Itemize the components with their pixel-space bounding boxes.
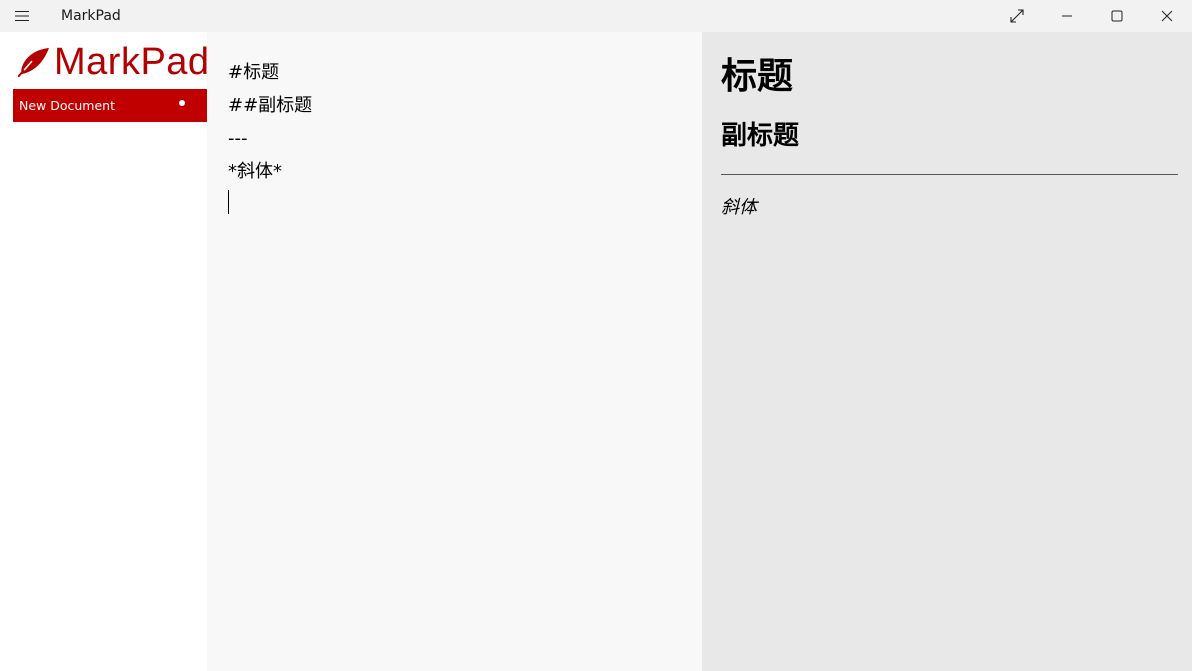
markdown-preview: 标题 副标题 斜体 bbox=[702, 32, 1192, 671]
document-item-label: New Document bbox=[19, 98, 115, 113]
maximize-button[interactable] bbox=[1092, 0, 1142, 32]
logo-text: MarkPad bbox=[54, 41, 210, 83]
document-item-new-document[interactable]: New Document bbox=[13, 89, 207, 122]
minimize-button[interactable] bbox=[1042, 0, 1092, 32]
title-bar: MarkPad bbox=[0, 0, 1192, 32]
preview-horizontal-rule bbox=[721, 174, 1178, 175]
editor-line: *斜体* bbox=[228, 161, 282, 182]
editor-line: --- bbox=[228, 128, 248, 149]
text-caret bbox=[228, 190, 229, 214]
expand-icon bbox=[1010, 9, 1024, 23]
maximize-icon bbox=[1111, 10, 1123, 22]
preview-heading-1: 标题 bbox=[721, 56, 794, 97]
editor-line: #标题 bbox=[228, 62, 280, 83]
fullscreen-button[interactable] bbox=[992, 0, 1042, 32]
window-title: MarkPad bbox=[61, 8, 121, 24]
quill-pen-icon bbox=[18, 48, 49, 77]
sidebar: MarkPad New Document bbox=[0, 32, 210, 671]
editor-line: ##副标题 bbox=[228, 95, 313, 116]
close-button[interactable] bbox=[1142, 0, 1192, 32]
preview-italic-text: 斜体 bbox=[721, 197, 757, 218]
menu-icon[interactable] bbox=[0, 0, 44, 32]
minimize-icon bbox=[1062, 15, 1072, 17]
logo: MarkPad bbox=[18, 40, 210, 84]
unsaved-indicator bbox=[179, 100, 185, 106]
markdown-editor[interactable]: #标题 ##副标题 --- *斜体* bbox=[207, 32, 702, 671]
close-icon bbox=[1161, 10, 1173, 22]
preview-heading-2: 副标题 bbox=[721, 121, 800, 151]
window-controls bbox=[992, 0, 1192, 32]
